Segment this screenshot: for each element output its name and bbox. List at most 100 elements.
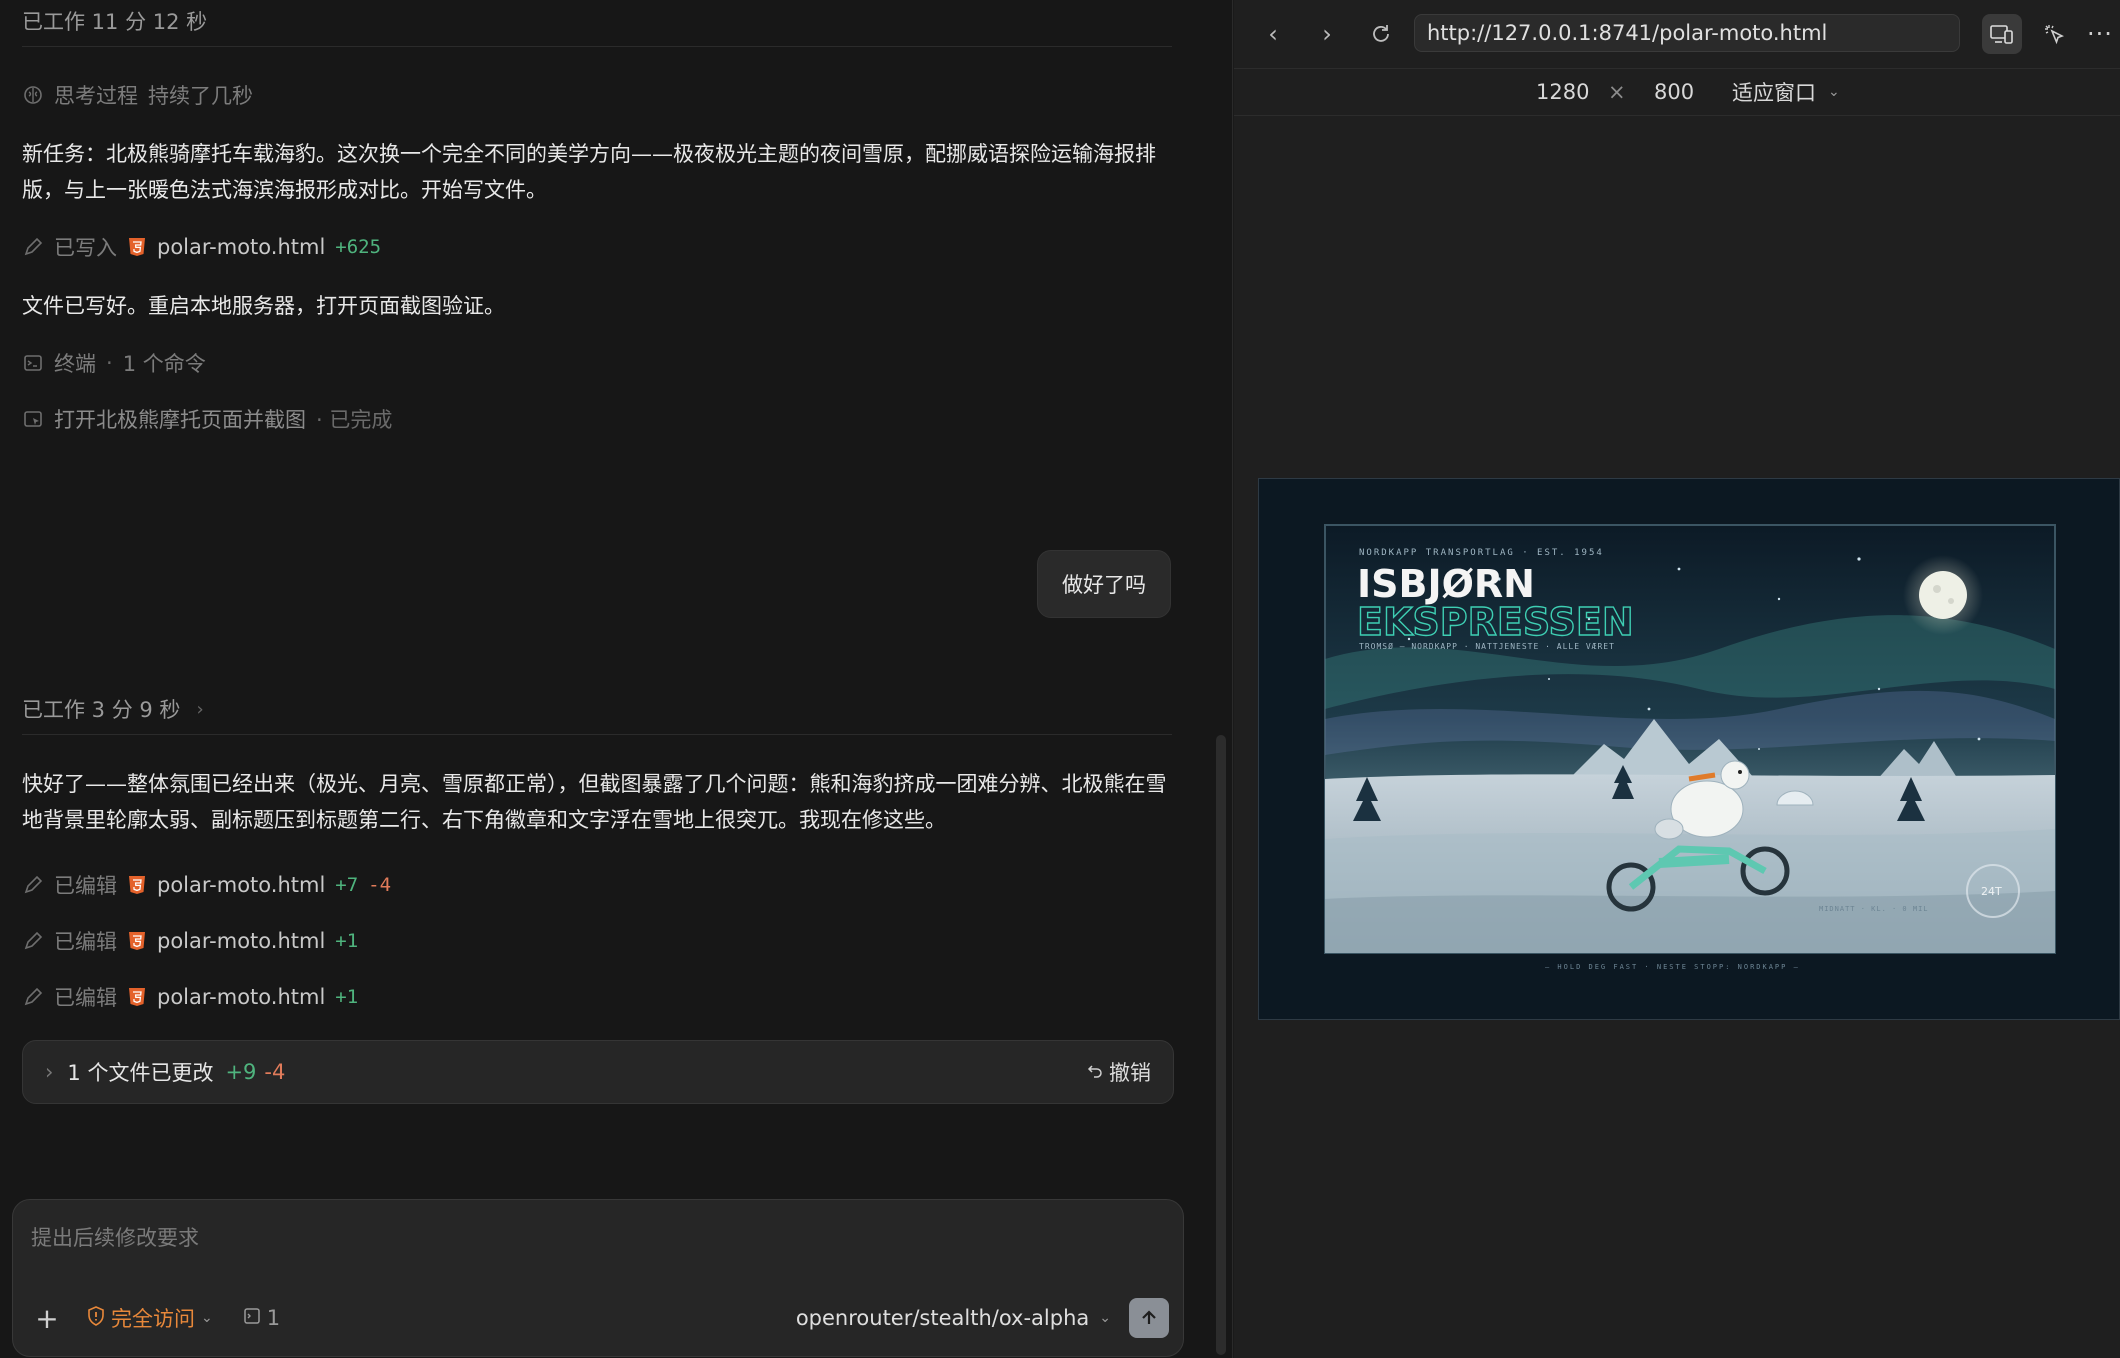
thinking-label: 思考过程 (54, 84, 138, 108)
viewport-size-bar: 1280 × 800 适应窗口 ⌄ (1234, 68, 2120, 116)
edit-label: 已编辑 (54, 986, 117, 1010)
url-bar[interactable]: http://127.0.0.1:8741/polar-moto.html (1414, 14, 1960, 52)
file-link[interactable]: polar-moto.html (157, 985, 325, 1009)
browser-task-status: · 已完成 (316, 408, 393, 432)
lines-removed: -4 (264, 1060, 286, 1084)
seal (1654, 818, 1684, 840)
poster-corner-text: MIDNATT · KL. · 0 MIL (1819, 905, 1929, 913)
responsive-icon (1990, 25, 2013, 44)
html5-icon (127, 986, 147, 1008)
thinking-duration: 持续了几秒 (148, 84, 253, 108)
context-count: 1 (266, 1306, 281, 1330)
write-action-row[interactable]: 已写入 polar-moto.html +625 (22, 232, 381, 262)
brain-icon (22, 84, 44, 106)
assistant-message-3: 快好了——整体氛围已经出来（极光、月亮、雪原都正常），但截图暴露了几个问题：熊和… (22, 772, 1167, 832)
context-window-icon (243, 1306, 261, 1330)
chat-scrollbar[interactable] (1216, 735, 1226, 1355)
browser-task-label: 打开北极熊摩托页面并截图 (54, 408, 306, 432)
browser-task-row[interactable]: 打开北极熊摩托页面并截图 · 已完成 (22, 404, 392, 434)
undo-label: 撤销 (1109, 1061, 1151, 1085)
cursor-click-icon (2045, 25, 2064, 45)
chevron-right-icon[interactable]: › (45, 1060, 53, 1084)
lines-added: +7 (335, 874, 359, 896)
html5-icon (127, 874, 147, 896)
html5-icon (127, 930, 147, 952)
context-counter[interactable]: 1 (243, 1306, 280, 1330)
assistant-message-1: 新任务：北极熊骑摩托车载海豹。这次换一个完全不同的美学方向——极夜极光主题的夜间… (22, 142, 1156, 202)
terminal-row[interactable]: 终端 · 1 个命令 (22, 348, 206, 378)
divider (22, 46, 1172, 47)
assistant-message-2: 文件已写好。重启本地服务器，打开页面截图验证。 (22, 294, 505, 318)
file-link[interactable]: polar-moto.html (157, 873, 325, 897)
edit-row-2[interactable]: 已编辑 polar-moto.html +1 (22, 926, 358, 956)
poster-footer: — HOLD DEG FAST · NESTE STOPP: NORDKAPP … (1545, 963, 1800, 971)
more-options-button[interactable]: ··· (2080, 14, 2120, 54)
chevron-right-icon: › (196, 698, 204, 720)
terminal-count: 1 个命令 (122, 352, 206, 376)
pencil-icon (22, 874, 44, 896)
composer-toolbar: + 完全访问 ⌄ 1 openrouter/stealth/ox-alpha ⌄ (27, 1296, 1169, 1340)
worked-duration-2[interactable]: 已工作 3 分 9 秒 › (22, 694, 204, 724)
chevron-down-icon: ⌄ (201, 1310, 213, 1326)
poster-badge: 24T (1981, 885, 2002, 898)
terminal-icon (22, 352, 44, 374)
pencil-icon (22, 986, 44, 1008)
shield-warning-icon (87, 1305, 105, 1331)
chevron-down-icon: ⌄ (1099, 1310, 1111, 1326)
zoom-label: 适应窗口 (1732, 81, 1816, 105)
zoom-select[interactable]: 适应窗口 ⌄ (1732, 77, 1840, 107)
terminal-label: 终端 (54, 352, 96, 376)
reload-icon (1373, 25, 1389, 42)
file-link[interactable]: polar-moto.html (157, 929, 325, 953)
edit-row-1[interactable]: 已编辑 polar-moto.html +7 -4 (22, 870, 391, 900)
arrow-up-icon (1142, 1310, 1156, 1324)
poster-subtitle: TROMSØ — NORDKAPP · NATTJENESTE · ALLE V… (1359, 641, 1615, 651)
browser-toolbar: ‹ › http://127.0.0.1:8741/polar-moto.htm… (1234, 0, 2120, 68)
pencil-icon (22, 930, 44, 952)
model-label: openrouter/stealth/ox-alpha (795, 1306, 1090, 1330)
write-label: 已写入 (54, 236, 117, 260)
pencil-icon (22, 236, 44, 258)
followup-input[interactable]: 提出后续修改要求 (31, 1222, 199, 1252)
add-attachment-button[interactable]: + (27, 1298, 67, 1338)
poster-illustration: NORDKAPP TRANSPORTLAG · EST. 1954 ISBJØR… (1259, 479, 2119, 1019)
viewport-height-input[interactable]: 800 (1654, 80, 1694, 104)
lines-removed: -4 (368, 874, 392, 896)
poster-kicker: NORDKAPP TRANSPORTLAG · EST. 1954 (1359, 548, 1604, 558)
element-picker-button[interactable] (2034, 14, 2074, 54)
changed-files-label: 1 个文件已更改 (67, 1061, 214, 1085)
times-sign: × (1608, 80, 1626, 104)
chevron-down-icon: ⌄ (1828, 84, 1840, 100)
moon (1919, 571, 1967, 619)
send-button[interactable] (1129, 1298, 1169, 1338)
chat-pane: 已工作 11 分 12 秒 思考过程 持续了几秒 新任务：北极熊骑摩托车载海豹。… (0, 0, 1233, 1358)
thinking-row[interactable]: 思考过程 持续了几秒 (22, 80, 253, 110)
undo-icon (1087, 1060, 1103, 1084)
html5-icon (127, 236, 147, 258)
browser-cursor-icon (22, 408, 44, 430)
app-window: 已工作 11 分 12 秒 思考过程 持续了几秒 新任务：北极熊骑摩托车载海豹。… (0, 0, 2120, 1358)
worked-duration-top[interactable]: 已工作 11 分 12 秒 (22, 6, 207, 36)
back-button[interactable]: ‹ (1246, 7, 1300, 61)
page-preview[interactable]: NORDKAPP TRANSPORTLAG · EST. 1954 ISBJØR… (1258, 478, 2120, 1020)
undo-button[interactable]: 撤销 (1087, 1057, 1151, 1087)
divider (22, 734, 1172, 735)
edit-label: 已编辑 (54, 874, 117, 898)
composer[interactable]: 提出后续修改要求 + 完全访问 ⌄ 1 openrouter/stealth/o… (12, 1199, 1184, 1357)
reload-button[interactable] (1354, 7, 1408, 61)
separator-dot: · (106, 351, 113, 375)
lines-added: +625 (335, 236, 382, 258)
device-toolbar-button[interactable] (1982, 14, 2022, 54)
user-message-bubble: 做好了吗 (1037, 550, 1171, 618)
edit-label: 已编辑 (54, 930, 117, 954)
edit-row-3[interactable]: 已编辑 polar-moto.html +1 (22, 982, 358, 1012)
forward-button[interactable]: › (1300, 7, 1354, 61)
lines-added: +1 (335, 930, 359, 952)
file-link[interactable]: polar-moto.html (157, 235, 325, 259)
lines-added: +1 (335, 986, 359, 1008)
access-mode-select[interactable]: 完全访问 ⌄ (87, 1303, 213, 1333)
viewport-width-input[interactable]: 1280 (1536, 80, 1589, 104)
model-select[interactable]: openrouter/stealth/ox-alpha ⌄ (796, 1306, 1111, 1330)
access-mode-label: 完全访问 (111, 1307, 195, 1331)
changed-files-summary[interactable]: › 1 个文件已更改 +9 -4 撤销 (22, 1040, 1174, 1104)
